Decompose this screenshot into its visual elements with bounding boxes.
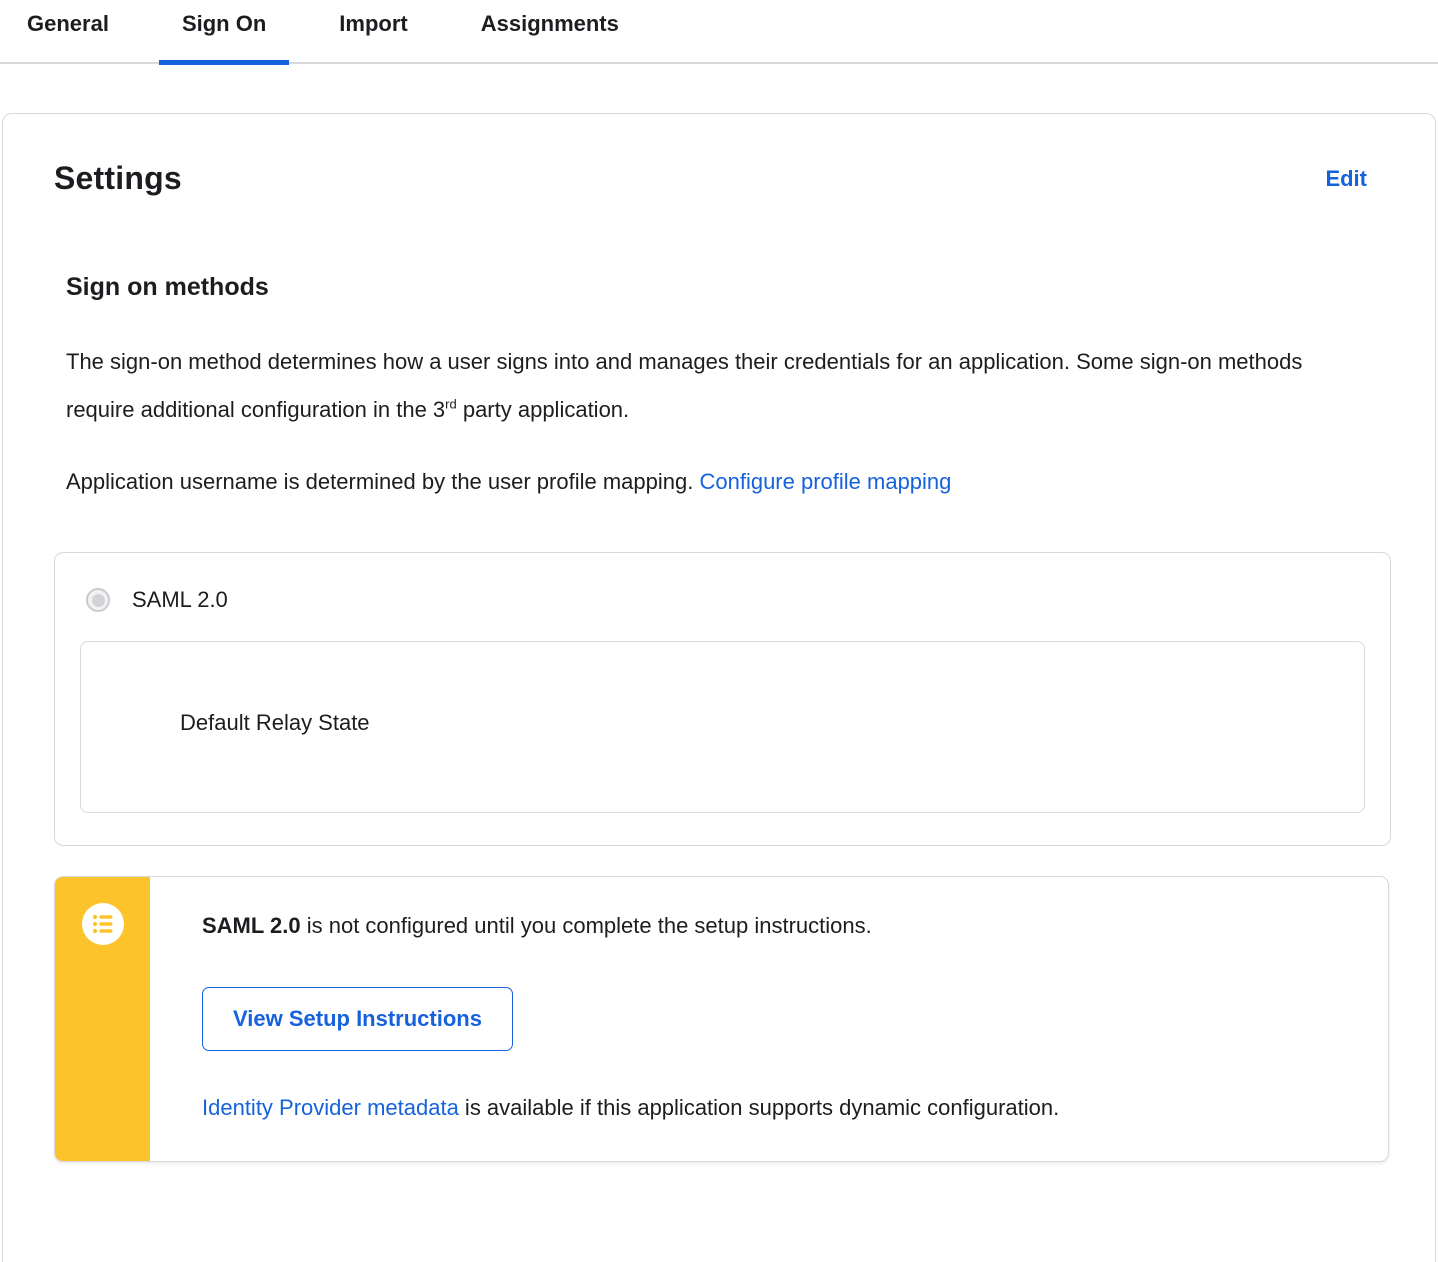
tab-sign-on[interactable]: Sign On (158, 8, 290, 65)
list-icon (81, 903, 124, 945)
tab-general[interactable]: General (27, 8, 109, 62)
saml-radio-label: SAML 2.0 (132, 587, 228, 612)
saml-radio-row: SAML 2.0 (55, 553, 1390, 613)
username-mapping-text: Application username is determined by th… (66, 469, 700, 494)
settings-card-header: Settings Edit (3, 114, 1435, 197)
settings-card: Settings Edit Sign on methods The sign-o… (2, 113, 1436, 1262)
sign-on-description: The sign-on method determines how a user… (66, 338, 1365, 434)
tab-import[interactable]: Import (339, 8, 407, 62)
username-mapping-description: Application username is determined by th… (66, 458, 1365, 506)
metadata-line-rest: is available if this application support… (458, 1095, 1060, 1120)
ordinal-suffix: rd (445, 396, 457, 412)
view-setup-instructions-button[interactable]: View Setup Instructions (202, 987, 513, 1051)
warning-banner-body: SAML 2.0 is not configured until you com… (150, 877, 1388, 1161)
tab-assignments[interactable]: Assignments (481, 8, 619, 62)
warning-message-rest: is not configured until you complete the… (300, 913, 872, 938)
configure-profile-mapping-link[interactable]: Configure profile mapping (699, 469, 951, 494)
default-relay-state-fieldset: Default Relay State (80, 641, 1365, 813)
identity-provider-metadata-link[interactable]: Identity Provider metadata (202, 1095, 459, 1120)
sign-on-methods-heading: Sign on methods (66, 273, 269, 301)
app-tab-bar: General Sign On Import Assignments (0, 0, 1438, 65)
saml-setup-warning-banner: SAML 2.0 is not configured until you com… (54, 876, 1389, 1162)
description-text: The sign-on method determines how a user… (66, 349, 1303, 422)
warning-banner-strip (55, 877, 150, 1161)
warning-message-bold: SAML 2.0 (202, 913, 301, 938)
saml-option-box: SAML 2.0 Default Relay State (54, 552, 1391, 846)
default-relay-state-label: Default Relay State (180, 710, 370, 735)
metadata-line: Identity Provider metadata is available … (202, 1095, 1348, 1121)
page-title: Settings (54, 160, 182, 196)
description-text-after: party application. (456, 397, 630, 422)
radio-dot-icon (91, 593, 105, 607)
edit-button[interactable]: Edit (1325, 166, 1367, 192)
saml-radio-button[interactable] (86, 588, 110, 612)
warning-message: SAML 2.0 is not configured until you com… (202, 911, 1348, 941)
